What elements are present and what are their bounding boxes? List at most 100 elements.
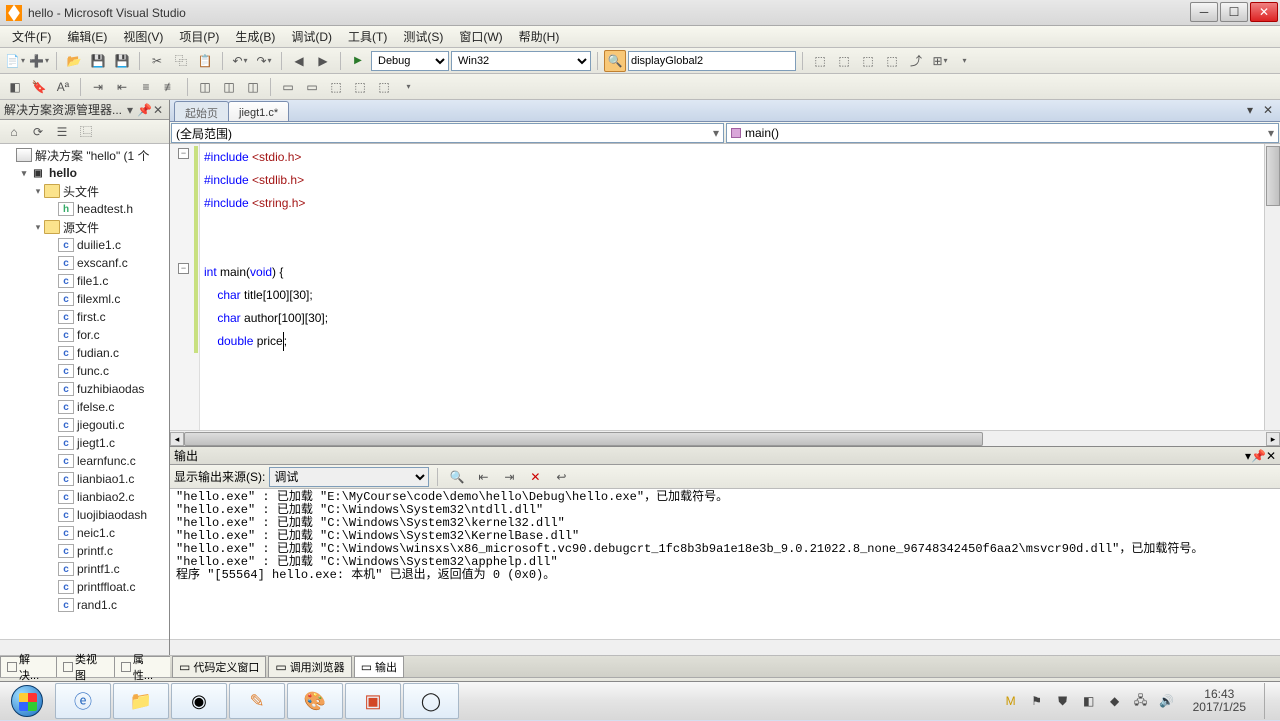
scope-left-select[interactable]: (全局范围)▾ <box>171 123 724 143</box>
cut-button[interactable]: ✂ <box>146 50 168 72</box>
new-project-button[interactable]: 📄▾ <box>4 50 26 72</box>
tree-jiegouti.c[interactable]: cjiegouti.c <box>0 416 169 434</box>
tray-flag-icon[interactable]: ⚑ <box>1029 693 1045 709</box>
taskbar-powerpoint[interactable]: ▣ <box>345 683 401 719</box>
tray-network-icon[interactable]: 🖧 <box>1133 693 1149 709</box>
menu-编辑(E)[interactable]: 编辑(E) <box>59 26 115 47</box>
tray-volume-icon[interactable]: 🔊 <box>1159 693 1175 709</box>
panel-pin-icon[interactable]: 📌 <box>137 103 151 117</box>
tree-fuzhibiaodas[interactable]: cfuzhibiaodas <box>0 380 169 398</box>
tool-a-button[interactable]: ⬚ <box>809 50 831 72</box>
tray-app2-icon[interactable]: ◆ <box>1107 693 1123 709</box>
tool-c-button[interactable]: ⬚ <box>857 50 879 72</box>
output-prev-button[interactable]: ⇤ <box>472 466 494 488</box>
tab-close-icon[interactable]: ✕ <box>1260 102 1276 118</box>
tree-头文件[interactable]: ▾头文件 <box>0 182 169 200</box>
solution-tree[interactable]: 解决方案 "hello" (1 个▾▣hello▾头文件hheadtest.h▾… <box>0 144 169 639</box>
macro-b-button[interactable]: ▭ <box>301 76 323 98</box>
start-debug-button[interactable]: ▶ <box>347 50 369 72</box>
tree-filexml.c[interactable]: cfilexml.c <box>0 290 169 308</box>
comment-button[interactable]: ≡ <box>135 76 157 98</box>
home-icon[interactable]: ⌂ <box>4 122 24 142</box>
maximize-button[interactable]: ☐ <box>1220 2 1248 22</box>
menu-窗口(W)[interactable]: 窗口(W) <box>451 26 510 47</box>
menu-工具(T)[interactable]: 工具(T) <box>340 26 395 47</box>
toggle-c-button[interactable]: ◫ <box>242 76 264 98</box>
outdent-button[interactable]: ⇤ <box>111 76 133 98</box>
taskbar-obs[interactable]: ◯ <box>403 683 459 719</box>
tree-lianbiao1.c[interactable]: clianbiao1.c <box>0 470 169 488</box>
bottom-tab-调用浏览器[interactable]: ▭调用浏览器 <box>268 656 351 678</box>
bottom-tab-输出[interactable]: ▭输出 <box>354 656 404 678</box>
undo-button[interactable]: ↶▾ <box>229 50 251 72</box>
tree-hello[interactable]: ▾▣hello <box>0 164 169 182</box>
output-hscroll[interactable] <box>170 639 1280 655</box>
tree-neic1.c[interactable]: cneic1.c <box>0 524 169 542</box>
tree-源文件[interactable]: ▾源文件 <box>0 218 169 236</box>
save-all-button[interactable]: 💾 <box>111 50 133 72</box>
macro-e-button[interactable]: ⬚ <box>373 76 395 98</box>
tree-printffloat.c[interactable]: cprintffloat.c <box>0 578 169 596</box>
output-wrap-button[interactable]: ↩ <box>550 466 572 488</box>
menu-文件(F)[interactable]: 文件(F) <box>4 26 59 47</box>
tab-start-page[interactable]: 起始页 <box>174 101 229 121</box>
tree-for.c[interactable]: cfor.c <box>0 326 169 344</box>
tray-shield-icon[interactable]: ⛊ <box>1055 693 1071 709</box>
bookmark-button[interactable]: 🔖 <box>28 76 50 98</box>
output-clear-button[interactable]: ✕ <box>524 466 546 488</box>
step-out-button[interactable]: ⤴ <box>905 50 927 72</box>
copy-button[interactable]: ⿻ <box>170 50 192 72</box>
tree-first.c[interactable]: cfirst.c <box>0 308 169 326</box>
scope-right-select[interactable]: main()▾ <box>726 123 1279 143</box>
tab-active-file[interactable]: jiegt1.c* <box>228 101 289 121</box>
side-tab-2[interactable]: 属性... <box>114 656 171 677</box>
start-button[interactable] <box>0 682 54 721</box>
output-text[interactable]: "hello.exe" : 已加载 "E:\MyCourse\code\demo… <box>170 489 1280 639</box>
indent-button[interactable]: ⇥ <box>87 76 109 98</box>
tree-lianbiao2.c[interactable]: clianbiao2.c <box>0 488 169 506</box>
taskbar-explorer[interactable]: 📁 <box>113 683 169 719</box>
menu-测试(S)[interactable]: 测试(S) <box>395 26 451 47</box>
windows-button[interactable]: ⊞▾ <box>929 50 951 72</box>
show-desktop-button[interactable] <box>1264 683 1274 719</box>
tree-ifelse.c[interactable]: cifelse.c <box>0 398 169 416</box>
tree-duilie1.c[interactable]: cduilie1.c <box>0 236 169 254</box>
tree-func.c[interactable]: cfunc.c <box>0 362 169 380</box>
nav-fwd-button[interactable]: ▶ <box>312 50 334 72</box>
tray-clock[interactable]: 16:43 2017/1/25 <box>1185 688 1254 714</box>
tray-m-icon[interactable]: M <box>1003 693 1019 709</box>
macro-c-button[interactable]: ⬚ <box>325 76 347 98</box>
output-close-icon[interactable]: ✕ <box>1266 449 1276 463</box>
text-aa-button[interactable]: Aª <box>52 76 74 98</box>
tree-fudian.c[interactable]: cfudian.c <box>0 344 169 362</box>
open-button[interactable]: 📂 <box>63 50 85 72</box>
bottom-tab-代码定义窗口[interactable]: ▭代码定义窗口 <box>172 656 266 678</box>
tree-printf1.c[interactable]: cprintf1.c <box>0 560 169 578</box>
output-find-button[interactable]: 🔍 <box>446 466 468 488</box>
close-button[interactable]: ✕ <box>1250 2 1278 22</box>
macro-d-button[interactable]: ⬚ <box>349 76 371 98</box>
platform-select[interactable]: Win32 <box>451 51 591 71</box>
toolbar2-options-button[interactable]: ▾ <box>397 76 419 98</box>
show-all-icon[interactable]: ⿺ <box>76 122 96 142</box>
refresh-icon[interactable]: ⟳ <box>28 122 48 142</box>
tool-b-button[interactable]: ⬚ <box>833 50 855 72</box>
editor-hscroll[interactable]: ◂▸ <box>170 430 1280 446</box>
menu-帮助(H)[interactable]: 帮助(H) <box>511 26 568 47</box>
tree-printf.c[interactable]: cprintf.c <box>0 542 169 560</box>
output-pin-icon[interactable]: 📌 <box>1251 449 1266 463</box>
toolbar-options-button[interactable]: ▾ <box>953 50 975 72</box>
fold-icon[interactable]: − <box>178 148 189 159</box>
menu-视图(V)[interactable]: 视图(V) <box>115 26 171 47</box>
macro-a-button[interactable]: ▭ <box>277 76 299 98</box>
nav-back-button[interactable]: ◀ <box>288 50 310 72</box>
menu-调试(D)[interactable]: 调试(D) <box>283 26 340 47</box>
code-editor[interactable]: − − #include <stdio.h> #include <stdlib.… <box>170 144 1280 430</box>
uncomment-button[interactable]: ≢ <box>159 76 181 98</box>
menu-项目(P)[interactable]: 项目(P) <box>171 26 227 47</box>
tree-headtest.h[interactable]: hheadtest.h <box>0 200 169 218</box>
output-next-button[interactable]: ⇥ <box>498 466 520 488</box>
tree-jiegt1.c[interactable]: cjiegt1.c <box>0 434 169 452</box>
properties-icon[interactable]: ☰ <box>52 122 72 142</box>
menu-生成(B)[interactable]: 生成(B) <box>227 26 283 47</box>
